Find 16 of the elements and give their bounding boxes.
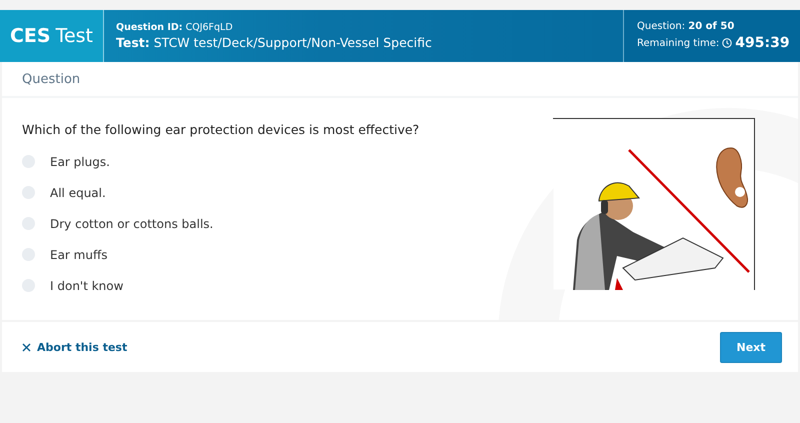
app-logo: CES Test	[0, 10, 104, 62]
clock-icon	[722, 38, 732, 48]
question-text: Which of the following ear protection devices is most effective?	[22, 122, 420, 137]
question-counter: Question: 20 of 50	[637, 21, 736, 32]
answer-option[interactable]: All equal.	[50, 186, 106, 200]
abort-test-link[interactable]: Abort this test	[22, 340, 128, 354]
answer-option[interactable]: I don't know	[50, 278, 124, 292]
close-icon	[22, 342, 31, 352]
test-path: Test: STCW test/Deck/Support/Non-Vessel Specific	[116, 35, 433, 50]
remaining-time: 495:39	[735, 35, 790, 51]
question-id: Question ID: CQJ6FqLD	[116, 22, 234, 33]
answer-option[interactable]: Dry cotton or cottons balls.	[50, 216, 214, 230]
question-tab[interactable]: Question	[2, 62, 798, 98]
answer-option[interactable]: Ear muffs	[50, 248, 108, 262]
answer-option[interactable]: Ear plugs.	[50, 154, 110, 168]
remaining-time-label: Remaining time:	[637, 38, 720, 48]
